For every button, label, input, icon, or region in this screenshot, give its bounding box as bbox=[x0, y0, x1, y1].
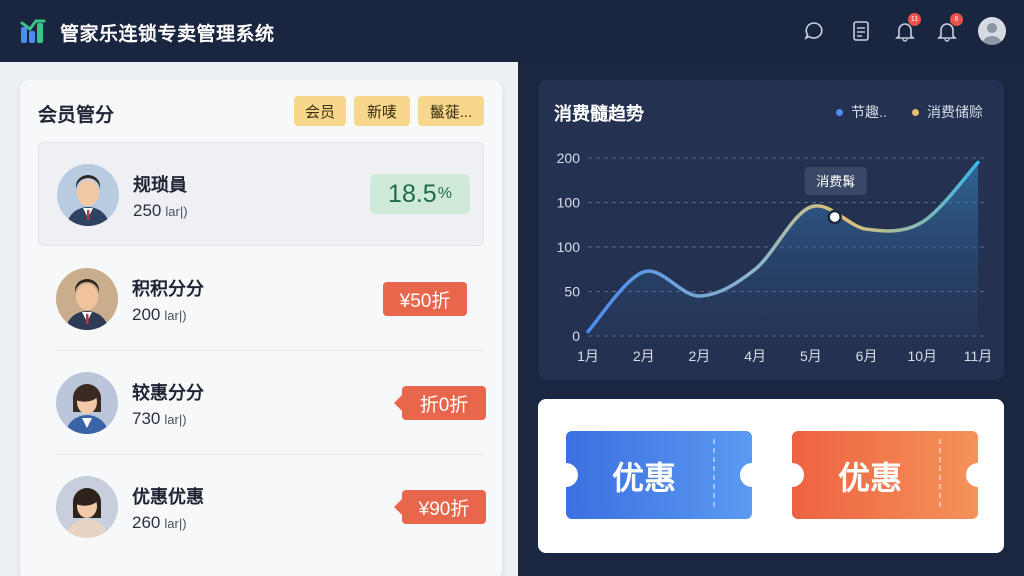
member-points: 200 lar|) bbox=[132, 305, 187, 324]
coupon-label: 优惠 bbox=[612, 460, 677, 496]
x-tick-label: 10月 bbox=[907, 348, 937, 364]
consumption-trend-card: 消费髓趋势 节趣.. 消费储赊 200 100 100 50 0 1月 2月 2月 4月 5月 6月… bbox=[538, 80, 1004, 380]
x-tick-label: 2月 bbox=[633, 348, 655, 364]
discount-tag: 折0折 bbox=[394, 386, 486, 420]
coupon-orange[interactable]: 优惠 bbox=[792, 431, 978, 519]
top-bar: 管家乐连锁专卖管理系统 11 6 bbox=[0, 0, 1024, 62]
coupon-card: 优惠 优惠 bbox=[538, 399, 1004, 553]
x-tick-label: 2月 bbox=[689, 348, 711, 364]
member-name: 较惠分分 bbox=[132, 383, 204, 403]
tooltip-label: 消费髯 bbox=[816, 174, 855, 189]
alert-bell-icon[interactable]: 6 bbox=[933, 13, 963, 45]
x-tick-label: 1月 bbox=[577, 348, 599, 364]
coupon-label: 优惠 bbox=[838, 460, 903, 496]
x-tick-label: 6月 bbox=[856, 348, 878, 364]
member-avatar bbox=[56, 476, 118, 538]
member-row[interactable]: 积积分分 200 lar|) ¥50折 bbox=[38, 247, 484, 351]
chip-new[interactable]: 新唛 bbox=[354, 96, 410, 126]
member-name: 规琐員 bbox=[133, 175, 187, 195]
member-points: 250 lar|) bbox=[133, 201, 188, 220]
user-avatar[interactable] bbox=[978, 17, 1006, 45]
card-title: 会员管分 bbox=[38, 105, 115, 126]
y-tick-label: 100 bbox=[557, 239, 581, 255]
y-tick-label: 100 bbox=[557, 195, 581, 211]
y-tick-label: 50 bbox=[564, 284, 580, 300]
chip-more[interactable]: 鬣蓰... bbox=[418, 96, 484, 126]
x-tick-label: 4月 bbox=[744, 348, 766, 364]
member-points-card: 会员管分 会员 新唛 鬣蓰... 规琐員 250 lar|) 18.5% 积积分分… bbox=[20, 80, 502, 576]
highlight-point[interactable] bbox=[827, 209, 842, 225]
series-area bbox=[588, 162, 978, 336]
line-chart: 200 100 100 50 0 1月 2月 2月 4月 5月 6月 10月 11月 消费髯 bbox=[557, 150, 993, 364]
discount-rate-tag: 18.5% bbox=[370, 174, 470, 214]
app-title: 管家乐连锁专卖管理系统 bbox=[60, 24, 275, 45]
member-points: 260 lar|) bbox=[132, 513, 187, 532]
coupon-blue[interactable]: 优惠 bbox=[566, 431, 752, 519]
app-logo-icon bbox=[20, 19, 46, 43]
chat-icon[interactable] bbox=[800, 17, 828, 45]
member-avatar bbox=[56, 372, 118, 434]
x-tick-label: 5月 bbox=[800, 348, 822, 364]
member-points: 730 lar|) bbox=[132, 409, 187, 428]
document-icon[interactable] bbox=[847, 17, 875, 45]
discount-tag: ¥90折 bbox=[394, 490, 486, 524]
member-row[interactable]: 规琐員 250 lar|) 18.5% bbox=[38, 142, 484, 246]
y-tick-label: 200 bbox=[557, 150, 581, 166]
chip-member[interactable]: 会员 bbox=[294, 96, 346, 126]
member-avatar bbox=[56, 268, 118, 330]
member-avatar bbox=[57, 164, 119, 226]
notification-badge: 11 bbox=[908, 13, 921, 26]
y-tick-label: 0 bbox=[572, 328, 580, 344]
discount-tag: ¥50折 bbox=[383, 282, 467, 316]
member-name: 积积分分 bbox=[132, 279, 204, 299]
x-tick-label: 11月 bbox=[964, 348, 993, 364]
alert-badge: 6 bbox=[950, 13, 963, 26]
notification-bell-icon[interactable]: 11 bbox=[891, 13, 921, 45]
member-name: 优惠优惠 bbox=[132, 487, 204, 507]
member-row[interactable]: 优惠优惠 260 lar|) ¥90折 bbox=[38, 455, 486, 559]
member-row[interactable]: 较惠分分 730 lar|) 折0折 bbox=[38, 351, 486, 455]
